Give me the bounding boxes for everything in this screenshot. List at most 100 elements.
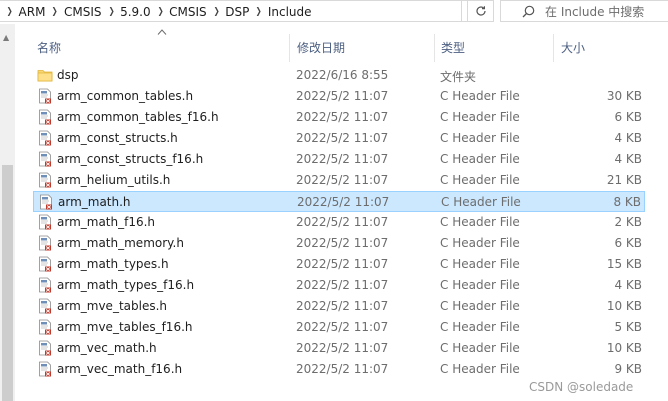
- h-file-icon: [37, 235, 53, 251]
- file-date: 2022/5/2 11:07: [296, 131, 389, 145]
- file-row[interactable]: arm_vec_math_f16.h 2022/5/2 11:07 C Header…: [33, 359, 645, 380]
- file-name: dsp: [57, 68, 79, 82]
- file-date: 2022/5/2 11:07: [296, 320, 389, 334]
- file-date: 2022/5/2 11:07: [296, 152, 389, 166]
- sort-ascending-icon: [157, 29, 167, 35]
- column-name[interactable]: 名称: [37, 39, 61, 56]
- file-type: C Header File: [440, 131, 520, 145]
- file-date: 2022/5/2 11:07: [297, 195, 390, 209]
- file-name: arm_mve_tables.h: [57, 299, 168, 313]
- toolbar: ❯ ARM ❯ CMSIS ❯ 5.9.0 ❯ CMSIS ❯ DSP ❯ In…: [0, 0, 668, 24]
- refresh-button[interactable]: [467, 0, 494, 22]
- address-bar[interactable]: ❯ ARM ❯ CMSIS ❯ 5.9.0 ❯ CMSIS ❯ DSP ❯ In…: [0, 0, 462, 22]
- file-size: 21 KB: [606, 173, 642, 187]
- chevron-right-icon[interactable]: ❯: [209, 7, 224, 17]
- file-size: 10 KB: [606, 341, 642, 355]
- file-row[interactable]: arm_const_structs_f16.h 2022/5/2 11:07 C H…: [33, 149, 645, 170]
- h-file-icon: [37, 277, 53, 293]
- file-type: C Header File: [440, 299, 520, 313]
- h-file-icon: [37, 130, 53, 146]
- file-row[interactable]: arm_common_tables.h 2022/5/2 11:07 C Heade…: [33, 86, 645, 107]
- file-name: arm_math.h: [58, 195, 131, 209]
- breadcrumb-item[interactable]: CMSIS: [169, 5, 207, 19]
- column-header: 名称 修改日期 类型 大小: [15, 24, 668, 64]
- h-file-icon: [37, 319, 53, 335]
- chevron-right-icon[interactable]: ❯: [2, 7, 17, 17]
- file-row[interactable]: arm_helium_utils.h 2022/5/2 11:07 C Header…: [33, 170, 645, 191]
- chevron-right-icon[interactable]: ❯: [152, 7, 167, 17]
- file-row[interactable]: arm_math_memory.h 2022/5/2 11:07 C Header …: [33, 233, 645, 254]
- file-date: 2022/6/16 8:55: [296, 68, 389, 82]
- h-file-icon: [37, 88, 53, 104]
- file-row[interactable]: arm_math_f16.h 2022/5/2 11:07 C Header Fil…: [33, 212, 645, 233]
- h-file-icon: [37, 214, 53, 230]
- search-input[interactable]: 在 Include 中搜索: [545, 3, 644, 20]
- file-date: 2022/5/2 11:07: [296, 215, 389, 229]
- file-type: C Header File: [441, 195, 521, 209]
- file-size: 4 KB: [614, 278, 642, 292]
- file-size: 30 KB: [606, 89, 642, 103]
- column-type[interactable]: 类型: [441, 39, 465, 56]
- file-size: 5 KB: [614, 320, 642, 334]
- breadcrumb-item[interactable]: CMSIS: [64, 5, 102, 19]
- file-size: 4 KB: [614, 152, 642, 166]
- file-row[interactable]: arm_mve_tables.h 2022/5/2 11:07 C Header F…: [33, 296, 645, 317]
- file-row[interactable]: arm_math.h 2022/5/2 11:07 C Header File 8 K…: [33, 191, 645, 212]
- h-file-icon: [37, 340, 53, 356]
- search-icon: [521, 5, 535, 18]
- file-date: 2022/5/2 11:07: [296, 110, 389, 124]
- file-date: 2022/5/2 11:07: [296, 299, 389, 313]
- file-name: arm_vec_math_f16.h: [57, 362, 183, 376]
- file-date: 2022/5/2 11:07: [296, 341, 389, 355]
- h-file-icon: [37, 361, 53, 377]
- file-row[interactable]: arm_math_types.h 2022/5/2 11:07 C Header F…: [33, 254, 645, 275]
- file-row[interactable]: arm_mve_tables_f16.h 2022/5/2 11:07 C Head…: [33, 317, 645, 338]
- file-row[interactable]: arm_vec_math.h 2022/5/2 11:07 C Header Fil…: [33, 338, 645, 359]
- h-file-icon: [37, 109, 53, 125]
- file-row[interactable]: arm_const_structs.h 2022/5/2 11:07 C Heade…: [33, 128, 645, 149]
- file-type: C Header File: [440, 236, 520, 250]
- breadcrumb-item[interactable]: ARM: [19, 5, 46, 19]
- file-size: 9 KB: [614, 362, 642, 376]
- file-type: 文件夹: [440, 70, 477, 84]
- column-divider[interactable]: [434, 34, 435, 62]
- file-size: 6 KB: [614, 236, 642, 250]
- navigation-pane-scrollbar[interactable]: ▲: [0, 24, 15, 401]
- file-name: arm_mve_tables_f16.h: [57, 320, 193, 334]
- chevron-right-icon[interactable]: ❯: [103, 7, 118, 17]
- file-type: C Header File: [440, 110, 520, 124]
- column-date[interactable]: 修改日期: [297, 39, 345, 56]
- file-type: C Header File: [440, 173, 520, 187]
- file-row[interactable]: arm_math_types_f16.h 2022/5/2 11:07 C Head…: [33, 275, 645, 296]
- file-date: 2022/5/2 11:07: [296, 236, 389, 250]
- breadcrumb-item[interactable]: Include: [268, 5, 312, 19]
- file-name: arm_common_tables_f16.h: [57, 110, 219, 124]
- h-file-icon: [37, 151, 53, 167]
- h-file-icon: [37, 256, 53, 272]
- file-type: C Header File: [440, 362, 520, 376]
- scroll-up-icon[interactable]: ▲: [3, 33, 9, 42]
- file-row[interactable]: dsp 2022/6/16 8:55 文件夹: [33, 65, 645, 86]
- breadcrumb-item[interactable]: DSP: [225, 5, 249, 19]
- chevron-right-icon[interactable]: ❯: [47, 7, 62, 17]
- breadcrumb-item[interactable]: 5.9.0: [120, 5, 151, 19]
- file-date: 2022/5/2 11:07: [296, 173, 389, 187]
- file-name: arm_const_structs.h: [57, 131, 178, 145]
- column-divider[interactable]: [289, 34, 290, 62]
- chevron-right-icon[interactable]: ❯: [251, 7, 266, 17]
- scrollbar-thumb[interactable]: [2, 165, 13, 401]
- file-size: 10 KB: [606, 299, 642, 313]
- file-name: arm_common_tables.h: [57, 89, 194, 103]
- file-size: 15 KB: [606, 257, 642, 271]
- file-name: arm_math_types.h: [57, 257, 169, 271]
- file-type: C Header File: [440, 278, 520, 292]
- file-name: arm_helium_utils.h: [57, 173, 171, 187]
- column-size[interactable]: 大小: [561, 39, 585, 56]
- search-box[interactable]: 在 Include 中搜索: [500, 0, 668, 22]
- column-divider[interactable]: [553, 34, 554, 62]
- file-type: C Header File: [440, 320, 520, 334]
- file-size: 2 KB: [614, 215, 642, 229]
- file-name: arm_const_structs_f16.h: [57, 152, 204, 166]
- file-row[interactable]: arm_common_tables_f16.h 2022/5/2 11:07 C H…: [33, 107, 645, 128]
- file-type: C Header File: [440, 257, 520, 271]
